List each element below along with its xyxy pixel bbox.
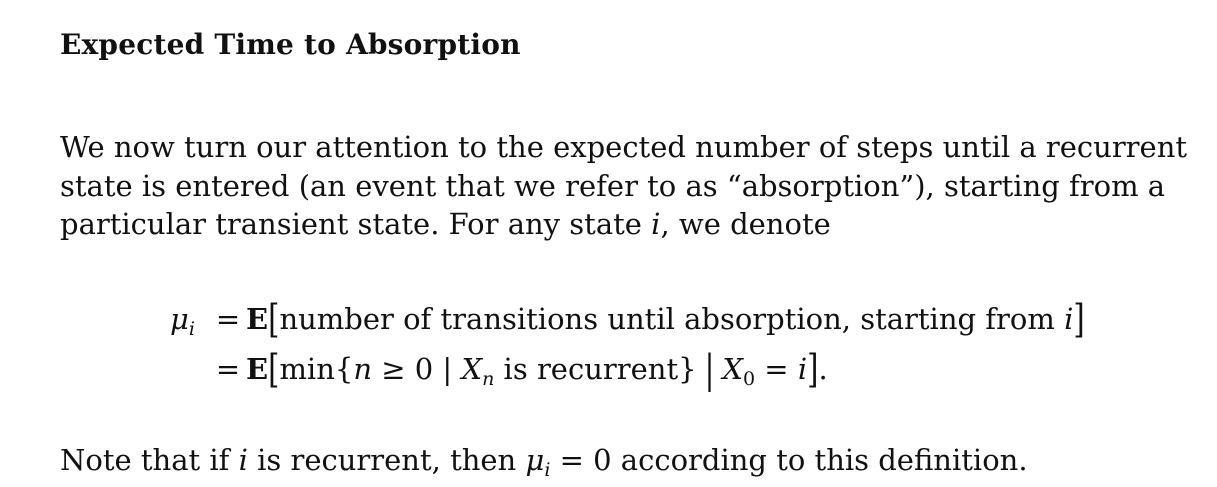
- display-equation: μi = E[number of transitions until absorpt…: [170, 294, 1085, 394]
- equation-row-2: = E[min{n ≥ 0 | Xn is recurrent} | X0 = i].: [170, 344, 1085, 394]
- X-var: X: [461, 352, 483, 386]
- mu-symbol: μ: [170, 302, 189, 336]
- expectation-operator: E: [246, 302, 269, 336]
- note-eq: = 0 according to this definition.: [550, 443, 1028, 477]
- expectation-operator-2: E: [246, 352, 269, 386]
- right-bracket-2: ]: [807, 346, 819, 392]
- paragraph-line-3: particular transient state. For any stat…: [60, 205, 1165, 244]
- row2-var: i: [797, 352, 808, 386]
- min-text: min{: [279, 352, 354, 386]
- right-bracket: ]: [1073, 296, 1085, 342]
- left-bracket-2: [: [268, 346, 280, 392]
- X0-subscript: 0: [743, 368, 756, 390]
- mu-subscript: i: [188, 318, 195, 340]
- section-title: Expected Time to Absorption: [60, 28, 521, 61]
- equation-row-1-var: i: [1064, 302, 1074, 336]
- paragraph-line-1: We now turn our attention to the expecte…: [60, 130, 1188, 164]
- paragraph-line-3-prefix: particular transient state. For any stat…: [60, 207, 652, 241]
- row2-period: .: [818, 352, 828, 386]
- intro-paragraph: We now turn our attention to the expecte…: [60, 128, 1188, 244]
- X0-var: X: [722, 352, 743, 386]
- paragraph-line-2: state is entered (an event that we refer…: [60, 168, 1166, 203]
- equals-sign-2: =: [215, 352, 241, 386]
- note-mu: μ: [525, 443, 545, 477]
- note-mid: is recurrent, then: [247, 443, 526, 477]
- document-page: Expected Time to Absorption We now turn …: [0, 0, 1217, 487]
- equation-row-1-text: number of transitions until absorption, …: [279, 302, 1065, 336]
- note-prefix: Note that if: [60, 443, 239, 477]
- note-var: i: [238, 443, 248, 477]
- geq-text: ≥ 0 |: [372, 352, 462, 386]
- X-subscript: n: [482, 368, 495, 390]
- conditioning-bar: |: [704, 346, 715, 392]
- row2-equals: =: [755, 352, 798, 386]
- equation-row-1: μi = E[number of transitions until absorpt…: [170, 294, 1085, 344]
- n-var: n: [353, 352, 373, 386]
- recurrent-text: is recurrent}: [494, 352, 697, 386]
- note-line: Note that if i is recurrent, then μi = 0…: [60, 443, 1028, 481]
- equals-sign: =: [215, 302, 241, 336]
- paragraph-line-3-suffix: , we denote: [660, 207, 831, 241]
